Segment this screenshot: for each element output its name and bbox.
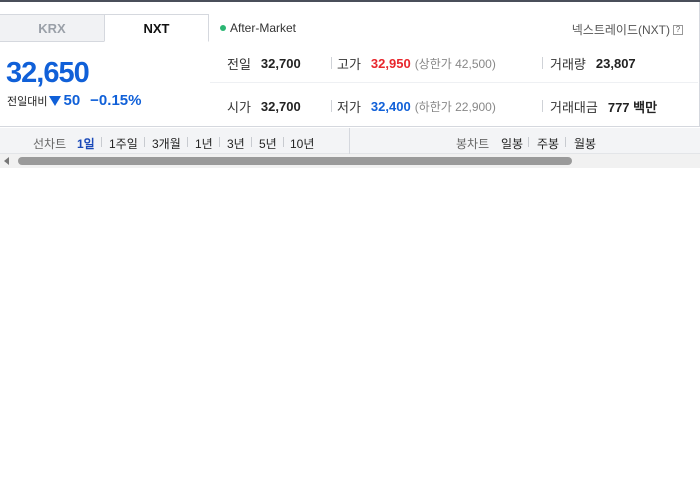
tab-nxt[interactable]: NXT [104, 14, 209, 42]
divider [101, 137, 102, 147]
period-3y[interactable]: 3년 [227, 135, 245, 152]
stat-label: 고가 [337, 57, 361, 72]
stat-value: 32,700 [260, 99, 301, 114]
stock-quote-panel: KRX NXT After-Market 넥스트레이드(NXT) ? 32,65… [0, 2, 700, 127]
scroll-left-icon[interactable] [4, 157, 9, 165]
change-value: 50 [63, 92, 81, 109]
stat-value: 32,700 [260, 56, 301, 71]
row-divider [210, 82, 698, 83]
period-5y[interactable]: 5년 [259, 135, 277, 152]
stat-volume: 거래량 23,807 [550, 54, 636, 73]
stat-value: 777 백만 [607, 100, 658, 115]
divider [283, 137, 284, 147]
current-price: 32,650 [6, 57, 90, 89]
line-chart-label: 선차트 [33, 137, 67, 151]
exchange-label: 넥스트레이드(NXT) [571, 23, 670, 37]
stat-low: 저가 32,400 (하한가 22,900) [337, 97, 496, 116]
period-10y[interactable]: 10년 [290, 135, 314, 152]
stat-amount: 거래대금 777 백만 [550, 97, 657, 116]
session-label: After-Market [230, 21, 297, 35]
stat-value: 32,950 [370, 56, 411, 71]
candle-weekly[interactable]: 주봉 [537, 135, 559, 152]
divider [251, 137, 252, 147]
chart-period-bar: 선차트 1일 1주일 3개월 1년 3년 5년 10년 봉차트 일봉 주봉 월봉 [0, 128, 700, 154]
divider [187, 137, 188, 147]
divider [331, 100, 332, 112]
candle-monthly[interactable]: 월봉 [574, 135, 596, 152]
divider [144, 137, 145, 147]
candle-chart-label: 봉차트 [456, 137, 490, 151]
divider [565, 137, 566, 147]
change-label: 전일대비 [7, 95, 48, 108]
stat-prev-close: 전일 32,700 [227, 54, 301, 73]
upper-limit: (상한가 42,500) [414, 57, 496, 71]
divider [331, 57, 332, 69]
divider [219, 137, 220, 147]
stat-value: 32,400 [370, 99, 411, 114]
line-chart-periods: 선차트 1일 1주일 3개월 1년 3년 5년 10년 [0, 128, 350, 154]
stat-label: 전일 [227, 57, 251, 72]
exchange-name: 넥스트레이드(NXT) ? [572, 21, 683, 38]
down-triangle-icon [49, 95, 62, 106]
stat-label: 시가 [227, 100, 251, 115]
stat-open: 시가 32,700 [227, 97, 301, 116]
divider [542, 57, 543, 69]
help-icon[interactable]: ? [673, 24, 683, 35]
stat-label: 거래량 [550, 57, 586, 72]
stat-value: 23,807 [595, 56, 636, 71]
divider [542, 100, 543, 112]
scrollbar-thumb[interactable] [18, 157, 572, 165]
period-1y[interactable]: 1년 [195, 135, 213, 152]
status-dot-icon [220, 25, 226, 31]
stat-label: 거래대금 [550, 100, 598, 115]
candle-daily[interactable]: 일봉 [501, 135, 523, 152]
tab-krx[interactable]: KRX [0, 14, 105, 42]
period-1w[interactable]: 1주일 [109, 135, 138, 152]
period-1d[interactable]: 1일 [77, 135, 95, 152]
divider [528, 137, 529, 147]
stat-label: 저가 [337, 100, 361, 115]
stat-high: 고가 32,950 (상한가 42,500) [337, 54, 496, 73]
market-session-status: After-Market [220, 21, 296, 35]
period-3m[interactable]: 3개월 [152, 135, 181, 152]
lower-limit: (하한가 22,900) [414, 100, 496, 114]
price-change: 전일대비 50 −0.15% [7, 92, 141, 109]
change-percent: −0.15% [90, 92, 142, 109]
